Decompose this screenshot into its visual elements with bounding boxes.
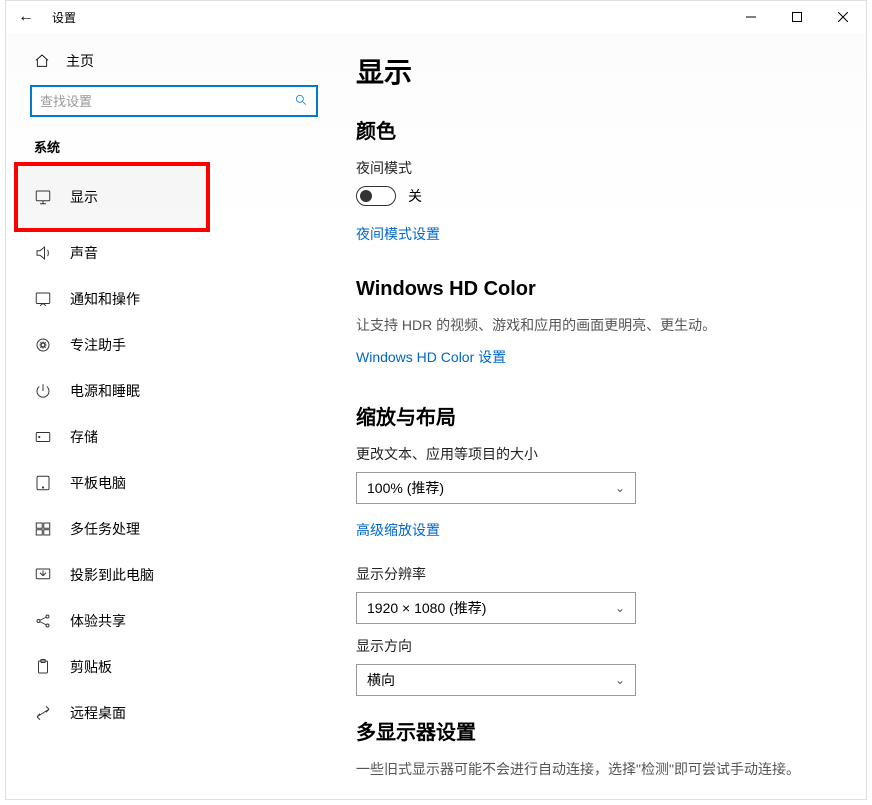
resolution-value: 1920 × 1080 (推荐) (367, 598, 486, 618)
storage-icon (34, 428, 52, 446)
resolution-label: 显示分辨率 (356, 564, 836, 584)
multi-display-description: 一些旧式显示器可能不会进行自动连接，选择"检测"即可尝试手动连接。 (356, 759, 836, 779)
sidebar-item-label: 平板电脑 (70, 473, 126, 493)
nav-list: 显示声音通知和操作专注助手电源和睡眠存储平板电脑多任务处理投影到此电脑体验共享剪… (6, 164, 326, 736)
sidebar-item-7[interactable]: 多任务处理 (6, 506, 326, 552)
search-box[interactable] (30, 85, 318, 117)
app-title: 设置 (52, 9, 76, 26)
sidebar-item-label: 声音 (70, 243, 98, 263)
sidebar-item-4[interactable]: 电源和睡眠 (6, 368, 326, 414)
multitask-icon (34, 520, 52, 538)
scale-label: 更改文本、应用等项目的大小 (356, 444, 836, 464)
sidebar-section-label: 系统 (6, 133, 326, 164)
minimize-button[interactable] (728, 1, 774, 33)
back-button[interactable]: ← (18, 8, 34, 26)
sidebar-item-label: 体验共享 (70, 611, 126, 631)
chevron-down-icon: ⌄ (615, 673, 625, 687)
notification-icon (34, 290, 52, 308)
section-color-title: 颜色 (356, 115, 836, 144)
sidebar-item-label: 专注助手 (70, 335, 126, 355)
scale-select[interactable]: 100% (推荐) ⌄ (356, 472, 636, 504)
sidebar-item-6[interactable]: 平板电脑 (6, 460, 326, 506)
sound-icon (34, 244, 52, 262)
display-icon (34, 188, 52, 206)
chevron-down-icon: ⌄ (615, 481, 625, 495)
sidebar-item-label: 存储 (70, 427, 98, 447)
advanced-scale-link[interactable]: 高级缩放设置 (356, 520, 440, 540)
night-mode-settings-link[interactable]: 夜间模式设置 (356, 224, 440, 244)
search-input[interactable] (40, 94, 294, 109)
sidebar-item-8[interactable]: 投影到此电脑 (6, 552, 326, 598)
sidebar-item-label: 通知和操作 (70, 289, 140, 309)
night-mode-toggle[interactable] (356, 186, 396, 206)
hdr-settings-link[interactable]: Windows HD Color 设置 (356, 347, 506, 367)
sidebar-item-label: 电源和睡眠 (70, 381, 140, 401)
focus-icon (34, 336, 52, 354)
sidebar-item-label: 剪贴板 (70, 657, 112, 677)
clipboard-icon (34, 658, 52, 676)
resolution-select[interactable]: 1920 × 1080 (推荐) ⌄ (356, 592, 636, 624)
titlebar: ← 设置 (6, 1, 866, 33)
sidebar-item-2[interactable]: 通知和操作 (6, 276, 326, 322)
home-icon (34, 53, 50, 69)
sidebar: 主页 系统 显示声音通知和操作专注助手电源和睡眠存储平板电脑多任务处理投影到此电… (6, 33, 326, 799)
sidebar-item-3[interactable]: 专注助手 (6, 322, 326, 368)
hdr-description: 让支持 HDR 的视频、游戏和应用的画面更明亮、更生动。 (356, 315, 836, 335)
scale-value: 100% (推荐) (367, 478, 444, 498)
sidebar-item-5[interactable]: 存储 (6, 414, 326, 460)
share-icon (34, 612, 52, 630)
remote-icon (34, 704, 52, 722)
sidebar-item-label: 投影到此电脑 (70, 565, 154, 585)
sidebar-item-10[interactable]: 剪贴板 (6, 644, 326, 690)
sidebar-item-11[interactable]: 远程桌面 (6, 690, 326, 736)
home-label: 主页 (66, 51, 94, 71)
orientation-select[interactable]: 横向 ⌄ (356, 664, 636, 696)
section-multi-title: 多显示器设置 (356, 716, 836, 745)
settings-window: ← 设置 主页 系统 显示声音通知和操作专注助手电源和睡眠存储平板电脑多任务处理… (5, 0, 867, 800)
sidebar-item-label: 显示 (70, 187, 98, 207)
night-mode-state: 关 (408, 186, 422, 206)
sidebar-item-label: 多任务处理 (70, 519, 140, 539)
project-icon (34, 566, 52, 584)
close-button[interactable] (820, 1, 866, 33)
section-scale-title: 缩放与布局 (356, 401, 836, 430)
orientation-label: 显示方向 (356, 636, 836, 656)
power-icon (34, 382, 52, 400)
search-icon (294, 93, 308, 110)
page-title: 显示 (356, 51, 836, 91)
sidebar-item-label: 远程桌面 (70, 703, 126, 723)
content-area: 显示 颜色 夜间模式 关 夜间模式设置 Windows HD Color 让支持… (326, 33, 866, 799)
maximize-button[interactable] (774, 1, 820, 33)
night-mode-label: 夜间模式 (356, 158, 836, 178)
tablet-icon (34, 474, 52, 492)
sidebar-item-9[interactable]: 体验共享 (6, 598, 326, 644)
sidebar-item-1[interactable]: 声音 (6, 230, 326, 276)
orientation-value: 横向 (367, 670, 395, 690)
section-hdr-title: Windows HD Color (356, 278, 836, 301)
home-button[interactable]: 主页 (6, 43, 326, 79)
sidebar-item-0[interactable]: 显示 (16, 164, 208, 230)
chevron-down-icon: ⌄ (615, 601, 625, 615)
